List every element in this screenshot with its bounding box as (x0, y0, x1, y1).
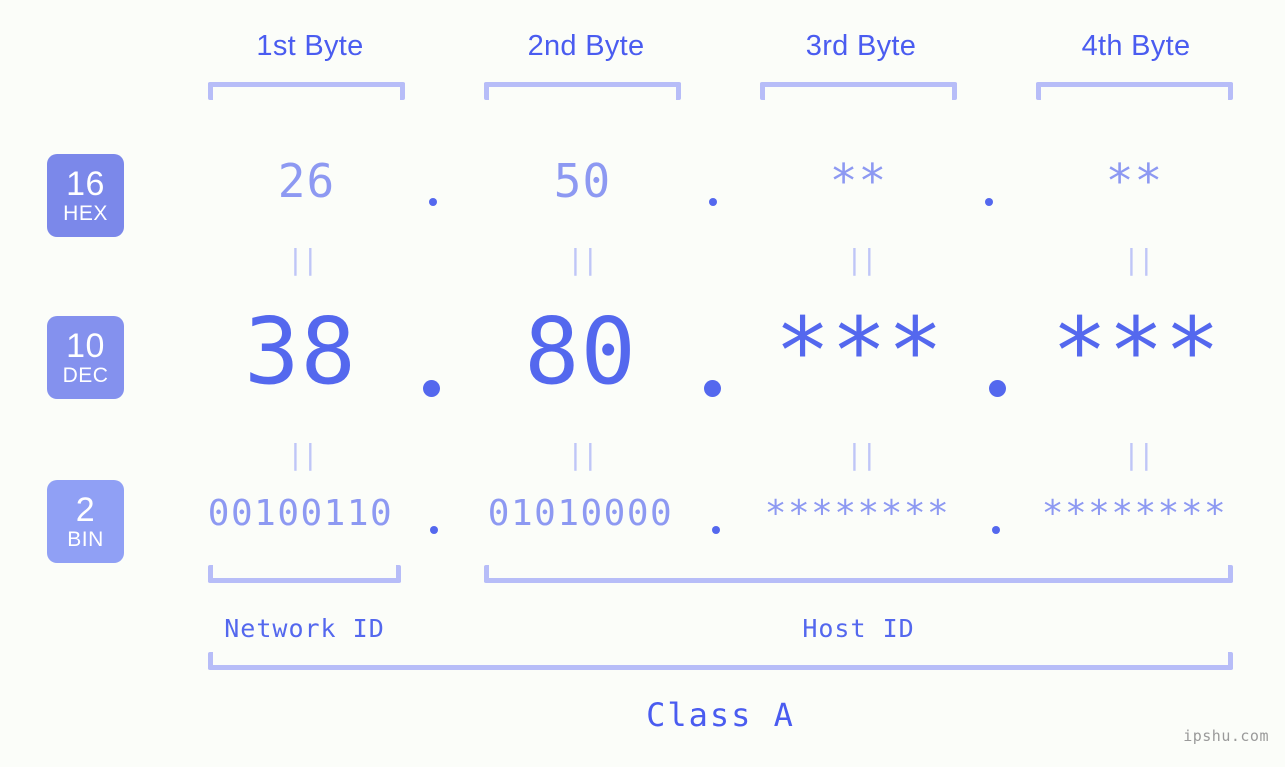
watermark: ipshu.com (1183, 727, 1269, 745)
byte-label-4: 4th Byte (1081, 30, 1191, 62)
equality-mark-dec-bin-1: || (287, 438, 319, 471)
dec-dot-separator-3 (989, 380, 1006, 397)
radix-badge-dec-name: DEC (62, 364, 109, 387)
dec-dot-separator-2 (704, 380, 721, 397)
equality-mark-dec-bin-2: || (567, 438, 599, 471)
class-label: Class A (646, 696, 795, 734)
equality-mark-hex-dec-1: || (287, 243, 319, 276)
equality-mark-hex-dec-3: || (846, 243, 878, 276)
radix-badge-hex: 16 HEX (47, 154, 124, 237)
radix-badge-bin: 2 BIN (47, 480, 124, 563)
equality-mark-dec-bin-4: || (1123, 438, 1155, 471)
hex-value-byte-3: ** (829, 154, 888, 208)
hex-value-byte-2: 50 (553, 154, 612, 208)
radix-badge-dec: 10 DEC (47, 316, 124, 399)
class-bracket (208, 652, 1233, 670)
byte-label-2: 2nd Byte (527, 30, 645, 62)
hex-dot-separator-1 (429, 198, 437, 206)
bin-dot-separator-1 (430, 526, 438, 534)
bin-value-byte-4: ******** (1041, 493, 1228, 534)
radix-badge-dec-number: 10 (66, 327, 105, 365)
byte-bracket-1 (208, 82, 405, 100)
byte-label-1: 1st Byte (256, 30, 364, 62)
hex-value-byte-4: ** (1105, 154, 1164, 208)
host-id-label: Host ID (802, 614, 915, 643)
bin-value-byte-1: 00100110 (207, 493, 394, 534)
equality-mark-dec-bin-3: || (846, 438, 878, 471)
radix-badge-bin-name: BIN (67, 528, 104, 551)
radix-badge-hex-name: HEX (63, 202, 108, 225)
byte-label-3: 3rd Byte (805, 30, 917, 62)
dec-value-byte-4: *** (1051, 298, 1222, 405)
dec-value-byte-2: 80 (524, 298, 637, 405)
ip-byte-breakdown-diagram: 1st Byte 2nd Byte 3rd Byte 4th Byte 16 H… (0, 0, 1285, 767)
radix-badge-hex-number: 16 (66, 165, 105, 203)
dec-value-byte-1: 38 (244, 298, 357, 405)
hex-dot-separator-2 (709, 198, 717, 206)
bin-dot-separator-2 (712, 526, 720, 534)
host-id-bracket (484, 565, 1233, 583)
equality-mark-hex-dec-4: || (1123, 243, 1155, 276)
byte-bracket-3 (760, 82, 957, 100)
radix-badge-bin-number: 2 (75, 491, 96, 529)
bin-value-byte-3: ******** (764, 493, 951, 534)
network-id-bracket (208, 565, 401, 583)
hex-value-byte-1: 26 (277, 154, 336, 208)
bin-value-byte-2: 01010000 (487, 493, 674, 534)
network-id-label: Network ID (224, 614, 385, 643)
byte-bracket-4 (1036, 82, 1233, 100)
dec-value-byte-3: *** (774, 298, 945, 405)
hex-dot-separator-3 (985, 198, 993, 206)
dec-dot-separator-1 (423, 380, 440, 397)
byte-bracket-2 (484, 82, 681, 100)
equality-mark-hex-dec-2: || (567, 243, 599, 276)
bin-dot-separator-3 (992, 526, 1000, 534)
